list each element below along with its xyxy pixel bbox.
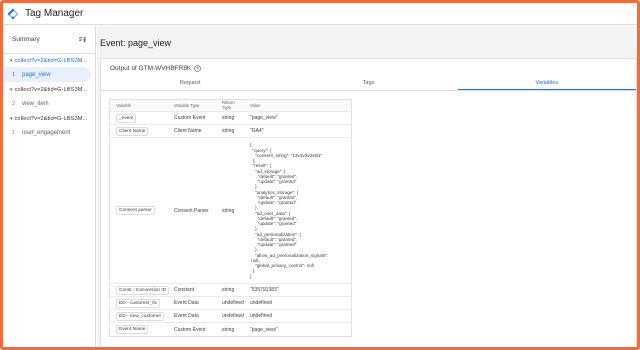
variable-type: Custom Event	[174, 326, 206, 333]
variable-value: undefined	[250, 313, 272, 319]
table-header: Variable Variable Type Return Type Value	[110, 100, 351, 112]
event-item-view-item[interactable]: 2 view_item	[3, 96, 95, 111]
variable-type: Client Name	[174, 128, 202, 134]
header-variable-type: Variable Type	[174, 103, 200, 108]
chevron-down-icon[interactable]: ▾	[10, 55, 13, 67]
table-row: ED - new_customer Event Data undefined u…	[110, 310, 351, 323]
return-type: string	[222, 326, 235, 333]
variable-type: Custom Event	[174, 115, 206, 121]
return-type: string	[222, 115, 235, 121]
table-row: Consent parser Consent Parser string { "…	[110, 138, 351, 284]
variable-name-chip[interactable]: Const - Conversion ID	[116, 285, 170, 295]
table-row: ED - customer_ltv Event Data undefined u…	[110, 297, 351, 310]
variable-type: Event Data	[174, 300, 199, 306]
event-number: 1	[12, 71, 16, 78]
delete-sweep-icon[interactable]	[78, 35, 87, 44]
table-row: Const - Conversion ID Constant string "5…	[110, 284, 351, 297]
summary-label: Summary	[12, 36, 40, 43]
tab-bar: Request Tags Variables	[101, 77, 636, 91]
output-title-row: Output of GTM-WVHBFR8K	[110, 65, 202, 72]
variable-value: "535791383"	[250, 287, 279, 293]
variable-value: "page_view"	[250, 326, 278, 333]
tab-request[interactable]: Request	[101, 77, 279, 90]
app-title: Tag Manager	[25, 8, 84, 19]
message-item[interactable]: ▾ collect?v=2&tid=G-LBS3M...	[3, 84, 95, 96]
event-number: 2	[12, 100, 16, 107]
variable-name-chip[interactable]: Event Name	[116, 325, 149, 334]
tab-tags[interactable]: Tags	[279, 77, 457, 90]
gtm-diamond-icon	[7, 8, 19, 19]
event-label: user_engagement	[22, 129, 71, 136]
event-item-page-view[interactable]: 1 page_view	[3, 67, 91, 82]
variables-table: Variable Variable Type Return Type Value…	[109, 99, 352, 337]
variable-name-chip[interactable]: Client Name	[116, 126, 149, 136]
header-return-type: Return Type	[222, 100, 235, 110]
sidebar: Summary ▾ collect?v=2&tid=G-LBS3M... 1 p…	[3, 26, 96, 347]
chevron-down-icon[interactable]: ▾	[10, 113, 13, 125]
main-panel: Event: page_view Output of GTM-WVHBFR8K …	[97, 26, 637, 347]
message-label: collect?v=2&tid=G-LBS3M...	[14, 87, 88, 93]
event-item-user-engagement[interactable]: 1 user_engagement	[3, 125, 95, 140]
message-label: collect?v=2&tid=G-LBS3M...	[14, 116, 88, 122]
return-type: string	[222, 207, 235, 214]
event-number: 1	[12, 129, 16, 136]
page-title: Event: page_view	[100, 38, 172, 48]
variable-type: Consent Parser	[174, 207, 209, 214]
return-type: undefined	[222, 300, 244, 306]
variable-name-chip[interactable]: ED - new_customer	[116, 311, 165, 321]
sidebar-group: ▾ collect?v=2&tid=G-LBS3M... 1 page_view	[3, 55, 95, 82]
variable-type: Event Data	[174, 313, 199, 319]
sidebar-group: ▾ collect?v=2&tid=G-LBS3M... 1 user_enga…	[3, 113, 95, 140]
event-label: page_view	[22, 71, 51, 78]
variable-value: undefined	[250, 300, 272, 306]
help-icon[interactable]	[194, 65, 202, 72]
variable-type: Constant	[174, 287, 195, 293]
message-item[interactable]: ▾ collect?v=2&tid=G-LBS3M...	[3, 55, 95, 67]
table-row: _event Custom Event string "page_view"	[110, 112, 351, 125]
return-type: string	[222, 128, 235, 134]
message-item[interactable]: ▾ collect?v=2&tid=G-LBS3M...	[3, 113, 95, 125]
table-row: Event Name Custom Event string "page_vie…	[110, 323, 351, 336]
variable-value: "GA4"	[250, 128, 264, 134]
header-value: Value	[250, 103, 261, 108]
output-title: Output of GTM-WVHBFR8K	[110, 65, 192, 72]
message-label: collect?v=2&tid=G-LBS3M...	[14, 58, 88, 64]
chevron-down-icon[interactable]: ▾	[10, 84, 13, 96]
return-type: string	[222, 287, 235, 293]
table-row: Client Name Client Name string "GA4"	[110, 125, 351, 138]
output-card: Output of GTM-WVHBFR8K Request Tags Vari…	[100, 58, 637, 347]
event-label: view_item	[22, 100, 49, 107]
variable-name-chip[interactable]: _event	[116, 113, 137, 123]
variable-value: "page_view"	[250, 115, 278, 121]
top-bar: Tag Manager	[3, 3, 637, 25]
variable-name-chip[interactable]: Consent parser	[116, 206, 155, 215]
variable-value-json: { "query": { "consent_string": "13v3v3v3…	[250, 142, 329, 279]
return-type: undefined	[222, 313, 244, 319]
tab-variables[interactable]: Variables	[457, 77, 636, 90]
variable-name-chip[interactable]: ED - customer_ltv	[116, 298, 161, 308]
summary-row[interactable]: Summary	[3, 26, 95, 54]
header-variable: Variable	[116, 103, 132, 108]
sidebar-group: ▾ collect?v=2&tid=G-LBS3M... 2 view_item	[3, 84, 95, 111]
